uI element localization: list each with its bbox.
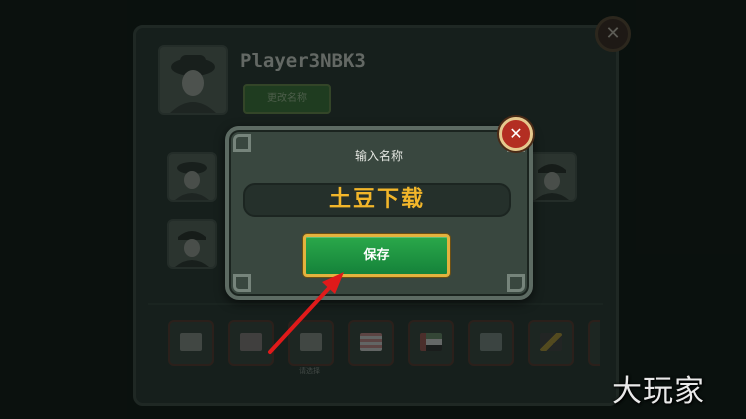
flag-slot[interactable] <box>528 320 574 366</box>
name-input[interactable]: 土豆下载 <box>243 183 511 217</box>
avatar-option[interactable] <box>167 219 217 269</box>
dialog-corner-ornament <box>507 274 525 292</box>
dialog-corner-ornament <box>233 274 251 292</box>
avatar-option[interactable] <box>167 152 217 202</box>
flag-slot[interactable] <box>588 320 600 366</box>
player-name: Player3NBK3 <box>240 50 366 72</box>
watermark-logo: 大玩家 <box>612 374 705 409</box>
flag-slot-usa[interactable] <box>348 320 394 366</box>
player-avatar[interactable] <box>158 45 228 115</box>
save-button[interactable]: 保存 <box>303 234 450 277</box>
flag-slot-uae[interactable] <box>408 320 454 366</box>
profile-close-icon[interactable]: ✕ <box>595 16 631 52</box>
flag-slot[interactable] <box>468 320 514 366</box>
usa-flag-icon <box>360 333 382 351</box>
rename-dialog: 输入名称 土豆下载 保存 <box>225 126 533 300</box>
flag-icon <box>480 333 502 351</box>
rename-button[interactable]: 更改名称 <box>243 84 331 114</box>
avatar-option[interactable] <box>527 152 577 202</box>
uae-flag-icon <box>420 333 442 351</box>
flag-slot[interactable] <box>288 320 334 366</box>
flag-slot[interactable] <box>228 320 274 366</box>
flag-icon <box>540 333 562 351</box>
dialog-title: 输入名称 <box>354 149 403 163</box>
flag-slot[interactable] <box>168 320 214 366</box>
slot-caption: 请选择 <box>299 367 320 375</box>
panel-divider <box>148 303 603 305</box>
dialog-close-icon[interactable]: ✕ <box>499 117 533 151</box>
